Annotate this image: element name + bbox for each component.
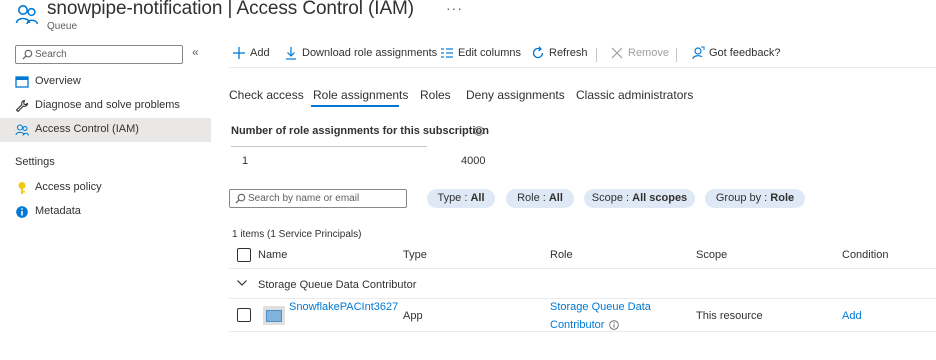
command-bar-divider	[229, 67, 936, 68]
overview-icon	[15, 76, 29, 88]
toolbar-divider	[596, 48, 597, 62]
columns-icon	[441, 48, 453, 58]
sidebar-item-overview[interactable]: Overview	[0, 70, 211, 94]
download-label: Download role assignments	[302, 47, 438, 59]
service-principal-icon	[263, 306, 285, 325]
active-tab-indicator	[311, 105, 399, 107]
chevron-down-icon[interactable]	[236, 277, 248, 289]
pill-label: Scope :	[591, 192, 633, 204]
info-icon[interactable]	[474, 126, 484, 136]
tab-deny-assignments[interactable]: Deny assignments	[466, 88, 565, 102]
page-header: snowpipe-notification | Access Control (…	[0, 0, 936, 38]
sidebar-item-diagnose[interactable]: Diagnose and solve problems	[0, 94, 211, 118]
refresh-icon	[532, 46, 544, 59]
sidebar-item-label: Access policy	[35, 181, 102, 193]
command-bar: Add Download role assignments Edit colum…	[229, 43, 936, 65]
tab-classic-administrators[interactable]: Classic administrators	[576, 88, 693, 102]
wrench-icon	[15, 99, 29, 113]
resource-name: snowpipe-notification	[47, 0, 223, 19]
row-checkbox[interactable]	[237, 308, 251, 322]
group-by-filter-pill[interactable]: Group by : Role	[705, 189, 805, 208]
tab-role-assignments[interactable]: Role assignments	[313, 88, 408, 102]
filter-search[interactable]	[229, 189, 407, 208]
pill-label: Group by :	[715, 192, 771, 204]
pill-value: All	[470, 192, 485, 204]
row-divider	[229, 331, 936, 332]
tab-check-access[interactable]: Check access	[229, 88, 304, 102]
row-scope: This resource	[696, 310, 763, 322]
role-assignments-count-title: Number of role assignments for this subs…	[231, 125, 489, 137]
tab-roles[interactable]: Roles	[420, 88, 451, 102]
search-icon	[22, 49, 33, 60]
feedback-label: Got feedback?	[709, 47, 781, 59]
toolbar-divider	[676, 48, 677, 62]
sidebar-search[interactable]	[15, 45, 183, 64]
add-label: Add	[250, 47, 270, 59]
info-icon[interactable]	[609, 320, 619, 330]
key-icon	[18, 182, 26, 194]
group-divider	[229, 298, 936, 299]
items-count: 1 items (1 Service Principals)	[232, 229, 362, 240]
sidebar-item-label: Access Control (IAM)	[35, 123, 139, 135]
sidebar-item-access-policy[interactable]: Access policy	[0, 176, 211, 200]
count-max: 4000	[461, 155, 486, 167]
sidebar-item-metadata[interactable]: Metadata	[0, 200, 211, 224]
refresh-label: Refresh	[549, 47, 588, 59]
edit-columns-label: Edit columns	[458, 47, 521, 59]
type-filter-pill[interactable]: Type : All	[427, 189, 495, 208]
header-divider	[229, 268, 936, 269]
pill-value: Role	[770, 192, 795, 204]
settings-section-header: Settings	[15, 156, 55, 168]
close-icon	[611, 47, 623, 59]
count-current: 1	[242, 155, 249, 167]
more-options-button[interactable]: ···	[446, 0, 463, 16]
collapse-sidebar-button[interactable]: «	[192, 45, 199, 59]
download-icon	[286, 47, 296, 60]
plus-icon	[233, 47, 245, 59]
filter-search-input[interactable]	[248, 191, 403, 206]
row-type: App	[403, 310, 423, 322]
role-filter-pill[interactable]: Role : All	[506, 189, 574, 208]
sidebar-item-label: Diagnose and solve problems	[35, 99, 180, 111]
people-icon	[15, 124, 29, 136]
column-header-role[interactable]: Role	[550, 249, 573, 261]
sidebar: « Overview Diagnose and solve problems A…	[0, 40, 211, 360]
column-header-name[interactable]: Name	[258, 249, 287, 261]
pill-value: All	[548, 192, 563, 204]
sidebar-item-label: Overview	[35, 75, 81, 87]
select-all-checkbox[interactable]	[237, 248, 251, 262]
title-separator: |	[222, 0, 237, 19]
add-condition-link[interactable]: Add	[842, 310, 862, 322]
blade-title: Access Control (IAM)	[236, 0, 415, 19]
column-header-type[interactable]: Type	[403, 249, 427, 261]
pill-label: Type :	[437, 192, 471, 204]
count-progress-track	[231, 146, 427, 147]
resource-type: Queue	[47, 21, 78, 32]
feedback-icon	[692, 46, 705, 60]
pill-value: All scopes	[632, 192, 688, 204]
sidebar-item-access-control[interactable]: Access Control (IAM)	[0, 118, 211, 142]
column-header-condition[interactable]: Condition	[842, 249, 888, 261]
role-link-line2[interactable]: Contributor	[550, 319, 604, 331]
pill-label: Role :	[517, 192, 549, 204]
scope-filter-pill[interactable]: Scope : All scopes	[584, 189, 695, 208]
remove-label: Remove	[628, 47, 669, 59]
column-header-scope[interactable]: Scope	[696, 249, 727, 261]
principal-name-link[interactable]: SnowflakePACInt3627	[289, 301, 398, 313]
search-icon	[235, 193, 246, 204]
page-title: snowpipe-notification | Access Control (…	[47, 0, 414, 20]
role-link-line1[interactable]: Storage Queue Data	[550, 301, 651, 313]
group-header-role: Storage Queue Data Contributor	[258, 279, 417, 291]
sidebar-item-label: Metadata	[35, 205, 81, 217]
sidebar-search-input[interactable]	[35, 47, 175, 62]
info-icon	[16, 206, 28, 218]
people-icon	[15, 5, 39, 25]
